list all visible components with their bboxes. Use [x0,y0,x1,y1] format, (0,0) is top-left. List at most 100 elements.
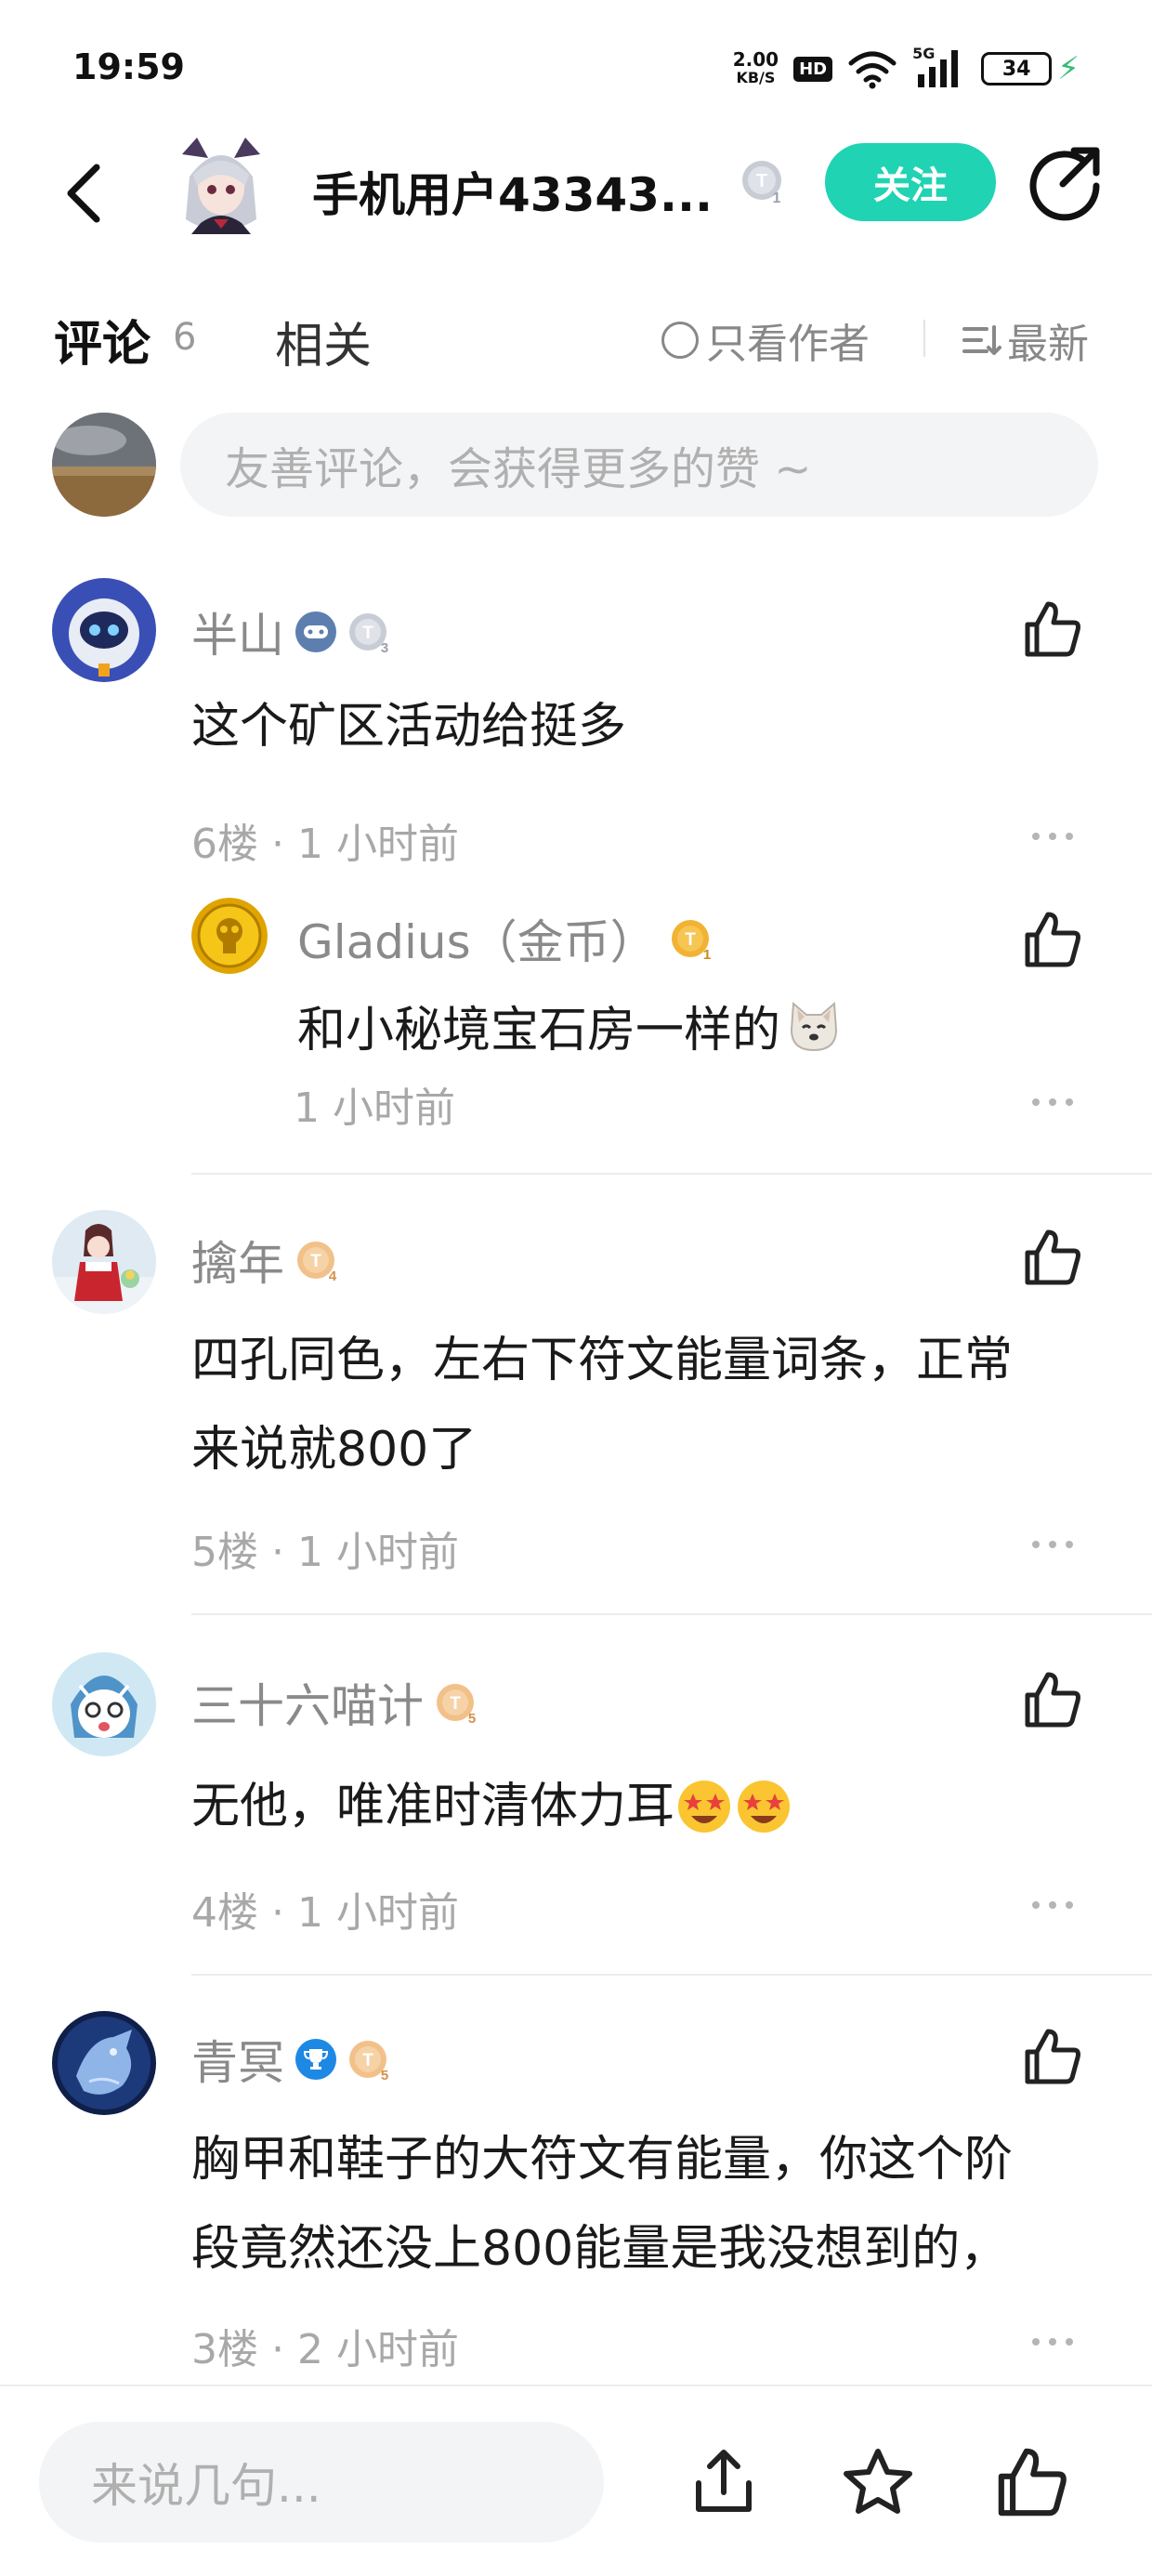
comment-text: 这个矿区活动给挺多 [191,699,627,755]
trophy-badge-icon [295,2039,336,2080]
svg-text:T: T [450,1694,461,1714]
more-options-button[interactable] [1029,2334,1076,2347]
commenter-avatar[interactable] [52,1210,156,1314]
thumbs-up-icon [1025,601,1080,657]
favorite-button[interactable] [838,2442,918,2522]
comment-input[interactable]: 友善评论，会获得更多的赞 ~ [180,413,1098,517]
follow-button[interactable]: 关注 [825,143,996,221]
tab-comments[interactable]: 评论 [54,305,151,375]
comments-count: 6 [173,316,197,359]
comment-floor: 6楼 [191,821,258,868]
more-dots-icon [1032,833,1073,840]
commenter-name[interactable]: 半山 [191,598,284,665]
comment-text: 胸甲和鞋子的大符文有能量，你这个阶 段竟然还没上800能量是我没想到的， [191,2115,1083,2293]
svg-text:T: T [310,1252,321,1271]
comment-text-row: 无他，唯准时清体力耳 [191,1762,1083,1851]
reply-time: 1 小时前 [294,1084,455,1132]
comment-floor: 5楼 [191,1529,258,1576]
like-button[interactable] [1020,2024,1085,2089]
network-speed-unit: KB/S [736,69,776,86]
level-badge-t5-icon: T5 [347,2037,392,2083]
more-dots-icon [1032,1098,1073,1106]
comment-item: 三十六喵计 T5 无他，唯准时清体力耳 4楼 · 1 小时前 [0,1641,1152,1976]
comment-divider [191,1173,1152,1175]
svg-text:3: 3 [381,640,388,656]
commenter-name[interactable]: 青冥 [191,2026,284,2093]
more-dots-icon [1032,2338,1073,2346]
svg-text:T: T [756,171,767,191]
divider [923,320,925,357]
author-only-label: 只看作者 [706,321,870,368]
comment-time: 1 小时前 [297,821,459,868]
svg-text:T: T [362,2051,373,2070]
level-badge-t1-icon: T 1 [740,158,788,210]
battery-level: 34 [1001,57,1031,81]
more-dots-icon [1032,1901,1073,1909]
commenter-avatar[interactable] [52,578,156,682]
commenter-name[interactable]: 三十六喵计 [191,1669,424,1736]
share-button[interactable] [1026,143,1104,221]
wifi-icon [848,51,897,89]
reply-avatar[interactable] [191,898,268,974]
radio-unchecked-icon [661,322,699,359]
commenter-info: 青冥 T5 [191,2026,392,2093]
commenter-avatar[interactable] [52,1652,156,1756]
like-button[interactable] [1020,597,1085,662]
comment-time: 1 小时前 [297,1529,459,1576]
like-button[interactable] [1020,1667,1085,1732]
svg-text:1: 1 [773,191,781,206]
author-only-toggle[interactable]: 只看作者 [661,310,870,370]
svg-text:1: 1 [702,947,710,963]
meta-separator: · [271,821,284,868]
comment-time: 2 小时前 [297,2326,459,2373]
commenter-name[interactable]: 擒年 [191,1227,284,1294]
sort-label: 最新 [1007,321,1089,368]
bottom-action-bar: 来说几句... [0,2385,1152,2576]
comment-item: 青冥 T5 胸甲和鞋子的大符文有能量，你这个阶 段竟然还没上800能量是我没想到… [0,1998,1152,2385]
author-avatar[interactable] [173,130,269,234]
thumbs-up-icon [1025,1229,1080,1285]
tab-related[interactable]: 相关 [275,307,372,376]
back-button[interactable] [56,147,111,240]
status-indicators: 2.00 KB/S HD 5G 34 ⚡ [733,43,1080,95]
comment-meta: 4楼 · 1 小时前 [191,1879,459,1939]
reply-text: 和小秘境宝石房一样的 [297,1003,781,1058]
share-icon [1029,147,1100,221]
hd-icon: HD [793,56,833,82]
comment-tabs: 评论 6 相关 只看作者 最新 [0,288,1152,390]
signal-5g-icon: 5G [912,45,966,89]
thumbs-up-icon [1025,1672,1080,1728]
comment-time: 1 小时前 [297,1889,459,1937]
reply-more-options-button[interactable] [1029,1095,1076,1108]
comment-text: 无他，唯准时清体力耳 [191,1779,675,1834]
like-button[interactable] [1020,1225,1085,1290]
star-icon [844,2449,912,2514]
share-post-button[interactable] [684,2442,764,2522]
commenter-info: 擒年 T4 [191,1227,340,1294]
sort-button[interactable]: 最新 [961,310,1089,370]
star-struck-emoji-icon [738,1781,791,1833]
more-options-button[interactable] [1029,829,1076,842]
network-speed: 2.00 KB/S [733,50,779,87]
commenter-avatar[interactable] [52,2011,156,2115]
like-post-button[interactable] [992,2442,1072,2522]
upload-share-icon [696,2450,752,2512]
bottom-comment-input[interactable]: 来说几句... [39,2422,604,2543]
comment-text: 四孔同色，左右下符文能量词条，正常 来说就800了 [191,1316,1083,1494]
comment-item: 擒年 T4 四孔同色，左右下符文能量词条，正常 来说就800了 5楼 · 1 小… [0,1199,1152,1617]
current-user-avatar[interactable] [52,413,156,517]
compose-row: 友善评论，会获得更多的赞 ~ [0,409,1152,520]
comment-text-line: 段竟然还没上800能量是我没想到的， [191,2221,1009,2277]
comment-meta: 5楼 · 1 小时前 [191,1518,459,1578]
reply-like-button[interactable] [1020,907,1085,972]
more-options-button[interactable] [1029,1898,1076,1911]
sort-icon [962,325,1001,355]
status-bar: 19:59 2.00 KB/S HD 5G 34 ⚡ [0,0,1152,130]
author-name[interactable]: 手机用户43343... [312,158,713,225]
dog-face-emoji-icon [791,1001,838,1051]
more-options-button[interactable] [1029,1537,1076,1550]
charging-icon: ⚡ [1057,50,1080,87]
svg-text:T: T [362,624,373,643]
comment-divider [191,1613,1152,1615]
reply-author-name[interactable]: Gladius（金币） [297,905,657,972]
